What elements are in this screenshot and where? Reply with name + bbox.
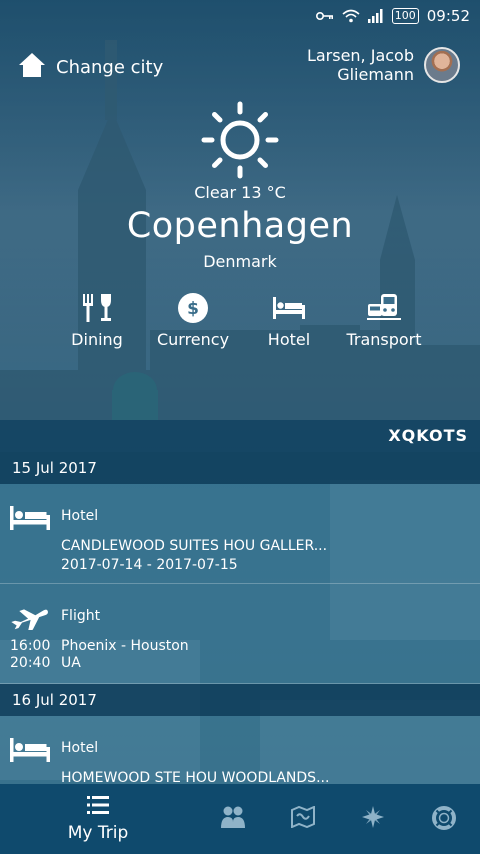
hotel-name: CANDLEWOOD SUITES HOU GALLER...	[61, 538, 328, 554]
user-profile[interactable]: Larsen, Jacob Gliemann	[307, 46, 460, 84]
item-type: Hotel	[61, 508, 99, 524]
quick-dining[interactable]: Dining	[70, 294, 124, 349]
airplane-icon	[10, 606, 50, 634]
weather-condition: Clear 13 °C	[194, 183, 286, 202]
itinerary-list[interactable]: 15 Jul 2017 Hotel CANDLEWOOD SUITES HOU …	[0, 452, 480, 784]
arrival-time: 20:40	[10, 655, 51, 671]
flight-carrier: UA	[61, 655, 81, 671]
change-city-label: Change city	[56, 57, 164, 78]
avatar[interactable]	[424, 47, 460, 83]
svg-text:$: $	[187, 299, 199, 319]
people-icon[interactable]	[221, 806, 245, 832]
cutlery-icon	[81, 294, 113, 322]
clock: 09:52	[426, 7, 470, 25]
nav-my-trip[interactable]: My Trip	[0, 795, 196, 843]
change-city-button[interactable]: Change city	[18, 52, 163, 83]
signal-icon	[367, 9, 384, 23]
itinerary-item-flight[interactable]: Flight 16:00 Phoenix - Houston 20:40 UA	[0, 584, 480, 684]
date-header: 15 Jul 2017	[0, 452, 480, 484]
itinerary-item-hotel[interactable]: Hotel CANDLEWOOD SUITES HOU GALLER... 20…	[0, 484, 480, 584]
bed-icon	[10, 738, 50, 766]
status-bar: 100 09:52	[0, 0, 480, 32]
quick-transport-label: Transport	[346, 330, 422, 349]
train-icon	[367, 294, 401, 322]
battery-indicator: 100	[391, 8, 419, 24]
nav-my-trip-label: My Trip	[67, 823, 129, 843]
map-icon[interactable]	[291, 805, 315, 832]
item-type: Flight	[61, 608, 101, 624]
home-icon	[18, 52, 46, 83]
flight-route: Phoenix - Houston	[61, 638, 189, 654]
city-name: Copenhagen	[126, 206, 354, 246]
key-icon	[315, 11, 334, 21]
itinerary-item-hotel[interactable]: Hotel HOMEWOOD STE HOU WOODLANDS...	[0, 716, 480, 784]
quick-hotel-label: Hotel	[267, 330, 311, 349]
bed-icon	[10, 506, 50, 534]
wifi-icon	[342, 9, 360, 23]
quick-dining-label: Dining	[71, 330, 123, 349]
date-header: 16 Jul 2017	[0, 684, 480, 716]
sun-icon	[200, 100, 280, 184]
trip-code: XQKOTS	[0, 420, 480, 452]
quick-hotel[interactable]: Hotel	[266, 294, 312, 349]
item-type: Hotel	[61, 740, 99, 756]
departure-time: 16:00	[10, 638, 51, 654]
user-name-line1: Larsen, Jacob	[306, 46, 414, 65]
dollar-icon: $	[178, 293, 208, 323]
lifebuoy-icon[interactable]	[432, 806, 456, 834]
hotel-dates: 2017-07-14 - 2017-07-15	[61, 557, 238, 573]
bed-icon	[273, 294, 305, 322]
user-name: Larsen, Jacob Gliemann	[307, 46, 414, 84]
quick-currency-label: Currency	[156, 330, 230, 349]
hotel-name: HOMEWOOD STE HOU WOODLANDS...	[61, 770, 330, 784]
country-name: Denmark	[203, 252, 277, 271]
user-name-line2: Gliemann	[337, 65, 414, 84]
list-icon	[87, 795, 109, 819]
quick-actions: Dining $ Currency Hotel Transport	[0, 293, 480, 354]
quick-currency[interactable]: $ Currency	[156, 293, 230, 349]
star-icon[interactable]	[362, 806, 384, 832]
quick-transport[interactable]: Transport	[346, 294, 422, 349]
